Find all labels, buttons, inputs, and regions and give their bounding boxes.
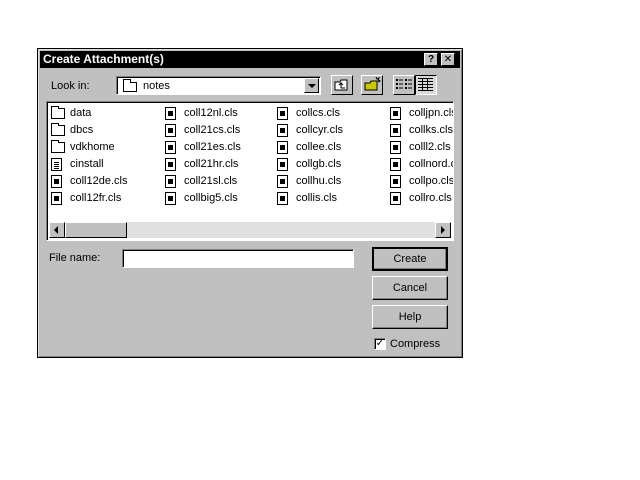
- file-name: cinstall: [70, 158, 104, 170]
- file-icon: [390, 158, 401, 171]
- file-icon: [390, 107, 401, 120]
- file-icon: [277, 158, 288, 171]
- file-name: collnord.cls: [409, 158, 453, 170]
- file-name: colll2.cls: [409, 141, 451, 153]
- folder-icon: [51, 106, 65, 119]
- text-file-icon: [51, 158, 62, 171]
- file-name: collhu.cls: [296, 175, 342, 187]
- look-in-value: notes: [143, 80, 170, 92]
- file-icon: [277, 107, 288, 120]
- up-one-level-icon: [334, 79, 348, 91]
- file-name: dbcs: [70, 124, 94, 136]
- cancel-button[interactable]: Cancel: [372, 276, 448, 300]
- file-name: collpo.cls: [409, 175, 454, 187]
- file-name-input[interactable]: [122, 249, 354, 268]
- file-icon: [165, 158, 176, 171]
- dialog-title: Create Attachment(s): [43, 52, 164, 66]
- list-view-button[interactable]: [393, 75, 415, 95]
- file-name: collro.cls: [409, 192, 452, 204]
- scroll-thumb[interactable]: [65, 222, 127, 238]
- file-name: coll12fr.cls: [70, 192, 122, 204]
- file-name: collbig5.cls: [184, 192, 238, 204]
- scroll-left-button[interactable]: [49, 222, 65, 238]
- scroll-right-button[interactable]: [435, 222, 451, 238]
- file-icon: [277, 192, 288, 205]
- look-in-combobox[interactable]: notes: [116, 76, 321, 95]
- file-name: colljpn.cls: [409, 107, 454, 119]
- file-icon: [390, 141, 401, 154]
- file-name: collcyr.cls: [296, 124, 344, 136]
- file-icon: [165, 175, 176, 188]
- help-title-button[interactable]: ?: [424, 53, 438, 66]
- help-button[interactable]: Help: [372, 305, 448, 329]
- file-name: collis.cls: [296, 192, 337, 204]
- look-in-label: Look in:: [51, 80, 90, 92]
- file-icon: [165, 192, 176, 205]
- file-icon: [51, 175, 62, 188]
- file-name: collee.cls: [296, 141, 342, 153]
- folder-icon: [51, 123, 65, 136]
- file-name: coll21cs.cls: [184, 124, 241, 136]
- file-icon: [277, 124, 288, 137]
- up-one-level-button[interactable]: [331, 75, 353, 95]
- list-view-icon: [396, 79, 412, 89]
- compress-label[interactable]: Compress: [390, 338, 440, 350]
- close-title-button[interactable]: ✕: [441, 53, 455, 66]
- file-name: collgb.cls: [296, 158, 342, 170]
- file-icon: [390, 124, 401, 137]
- new-folder-icon: [364, 76, 382, 91]
- compress-checkbox[interactable]: ✓: [374, 338, 386, 350]
- file-icon: [165, 107, 176, 120]
- details-view-icon: [418, 78, 433, 91]
- file-icon: [390, 175, 401, 188]
- file-icon: [277, 141, 288, 154]
- file-name: vdkhome: [70, 141, 115, 153]
- file-icon: [165, 141, 176, 154]
- create-attachment-dialog: Create Attachment(s) ? ✕ Look in: notes: [37, 48, 463, 358]
- file-name: coll21sl.cls: [184, 175, 238, 187]
- file-icon: [165, 124, 176, 137]
- file-icon: [51, 192, 62, 205]
- file-list[interactable]: data dbcs vdkhome cinstall coll12de.cls …: [46, 101, 454, 241]
- file-name-label: File name:: [49, 252, 101, 264]
- create-button[interactable]: Create: [372, 247, 448, 271]
- new-folder-button[interactable]: [361, 75, 383, 95]
- chevron-down-icon[interactable]: [304, 78, 319, 93]
- file-name: coll12nl.cls: [184, 107, 238, 119]
- file-name: coll21hr.cls: [184, 158, 239, 170]
- file-name: data: [70, 107, 92, 119]
- file-icon: [390, 192, 401, 205]
- file-icon: [277, 175, 288, 188]
- file-name: collks.cls: [409, 124, 454, 136]
- details-view-button[interactable]: [415, 75, 437, 95]
- file-name: collcs.cls: [296, 107, 341, 119]
- folder-icon: [51, 140, 65, 153]
- horizontal-scrollbar[interactable]: [49, 222, 451, 238]
- folder-icon: [123, 79, 137, 92]
- title-bar[interactable]: Create Attachment(s) ? ✕: [40, 51, 460, 68]
- file-name: coll12de.cls: [70, 175, 128, 187]
- file-name: coll21es.cls: [184, 141, 241, 153]
